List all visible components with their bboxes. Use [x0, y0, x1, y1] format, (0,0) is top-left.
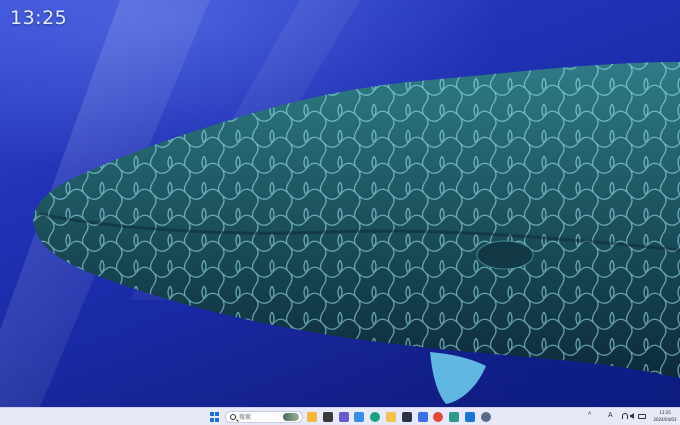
teams-chat-icon[interactable] — [338, 412, 349, 422]
search-highlight-thumbnail[interactable] — [283, 413, 299, 421]
input-language-indicator[interactable]: A — [608, 412, 613, 419]
chrome-browser-icon[interactable] — [433, 412, 444, 422]
wifi-icon[interactable] — [622, 413, 628, 419]
folder-icon[interactable] — [386, 412, 396, 422]
taskbar-search-box[interactable] — [225, 411, 303, 423]
edge-browser-icon[interactable] — [370, 412, 381, 422]
tray-date: 2024/04/03 — [653, 417, 677, 422]
volume-icon[interactable] — [630, 413, 634, 419]
file-explorer-icon[interactable] — [307, 412, 317, 422]
task-view-icon[interactable] — [322, 412, 333, 422]
settings-icon[interactable] — [480, 412, 491, 422]
search-input[interactable] — [239, 413, 279, 422]
desktop-wallpaper: 13:25 — [0, 0, 680, 407]
microsoft-store-icon[interactable] — [417, 412, 428, 422]
desktop-clock-widget: 13:25 — [10, 7, 68, 29]
copilot-icon[interactable] — [354, 412, 365, 422]
tray-time: 13:25 — [659, 410, 671, 415]
kite-app-icon[interactable] — [449, 412, 460, 422]
tray-clock[interactable]: 13:25 2024/04/03 — [652, 409, 678, 423]
tray-overflow-chevron-icon[interactable]: ^ — [588, 412, 591, 419]
search-icon — [230, 414, 236, 420]
mobile-device-icon[interactable] — [465, 412, 475, 422]
windows-start-icon[interactable] — [210, 412, 220, 422]
whale-illustration — [0, 0, 680, 407]
terminal-icon[interactable] — [401, 412, 412, 422]
taskbar: ^ A 13:25 2024/04/03 — [0, 407, 680, 425]
battery-icon[interactable] — [638, 414, 646, 419]
